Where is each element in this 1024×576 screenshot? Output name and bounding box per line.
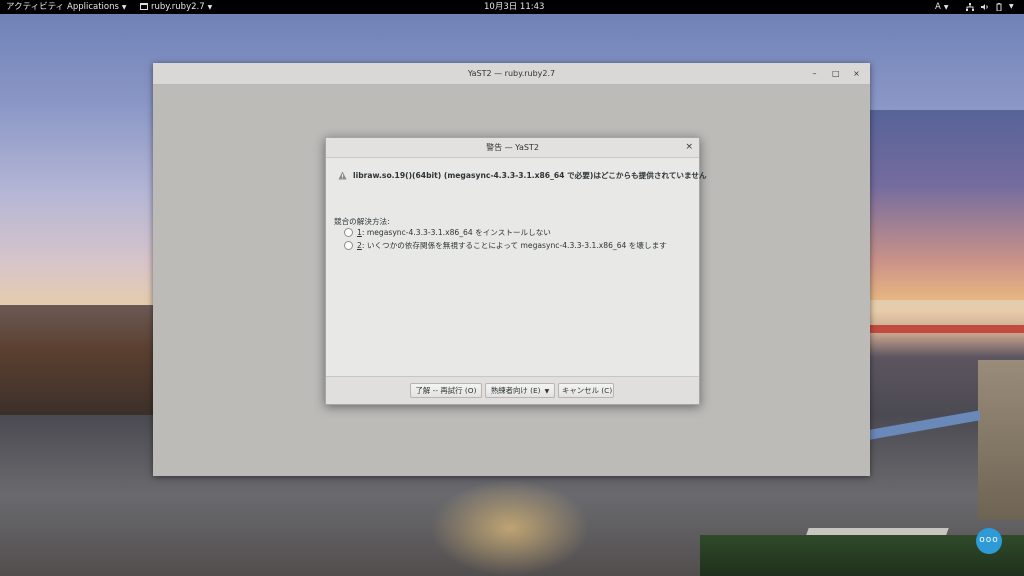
app-window-icon — [140, 3, 148, 10]
wallpaper-water — [430, 480, 590, 576]
maximize-icon[interactable]: □ — [832, 70, 840, 78]
chevron-down-icon: ▼ — [207, 4, 213, 11]
more-options-button[interactable]: ooo — [976, 528, 1002, 554]
warning-text: libraw.so.19()(64bit) (megasync-4.3.3-3.… — [353, 171, 707, 180]
dialog-title: 警告 — YaST2 — [486, 143, 539, 152]
warning-message: libraw.so.19()(64bit) (megasync-4.3.3-3.… — [338, 170, 707, 181]
main-window-title: YaST2 — ruby.ruby2.7 — [467, 69, 556, 78]
warning-icon — [338, 171, 347, 180]
chevron-down-icon: ▼ — [943, 4, 949, 11]
input-method-indicator[interactable]: A ▼ — [935, 0, 948, 15]
app-menu-label: ruby.ruby2.7 — [151, 2, 205, 12]
resolution-label: 競合の解決方法: — [334, 217, 390, 226]
applications-label: Applications — [67, 2, 119, 12]
chevron-down-icon: ▼ — [121, 4, 127, 11]
resolution-option-2[interactable]: 2: いくつかの依存関係を無視することによって megasync-4.3.3-3… — [344, 240, 667, 251]
main-window-titlebar[interactable]: YaST2 — ruby.ruby2.7 – □ × — [153, 63, 870, 85]
radio-button[interactable] — [344, 228, 353, 237]
radio-button[interactable] — [344, 241, 353, 250]
expert-menu-button[interactable]: 熟練者向け (E) ▼ — [485, 383, 555, 398]
volume-icon[interactable] — [981, 3, 989, 11]
resolution-option-1[interactable]: 1: megasync-4.3.3-3.1.x86_64 をインストールしない — [344, 227, 551, 238]
input-method-label: A — [935, 2, 941, 12]
wallpaper-clouds — [864, 110, 1024, 300]
battery-icon[interactable] — [995, 3, 1003, 11]
app-menu[interactable]: ruby.ruby2.7 ▼ — [140, 0, 212, 15]
dialog-button-bar: 了解 -- 再試行 (O) 熟練者向け (E) ▼ キャンセル (C) — [326, 376, 699, 404]
activities-button[interactable]: アクティビティ — [6, 0, 64, 14]
clock[interactable]: 10月3日 11:43 — [484, 0, 544, 14]
cancel-button[interactable]: キャンセル (C) — [558, 383, 614, 398]
wallpaper-bridge-walkway — [870, 410, 980, 440]
option-text: : megasync-4.3.3-3.1.x86_64 をインストールしない — [361, 228, 551, 237]
ok-retry-button[interactable]: 了解 -- 再試行 (O) — [410, 383, 482, 398]
system-menu-chevron-down-icon[interactable]: ▼ — [1009, 0, 1014, 14]
minimize-icon[interactable]: – — [811, 70, 818, 78]
chevron-down-icon: ▼ — [544, 388, 550, 395]
wallpaper-tower — [978, 360, 1024, 520]
wallpaper-city — [0, 305, 155, 415]
option-text: : いくつかの依存関係を無視することによって megasync-4.3.3-3.… — [361, 241, 667, 250]
expert-button-label: 熟練者向け (E) — [490, 386, 541, 395]
wallpaper-bridge — [870, 325, 1024, 333]
dialog-titlebar[interactable]: 警告 — YaST2 × — [326, 138, 699, 158]
dialog-content: libraw.so.19()(64bit) (megasync-4.3.3-3.… — [326, 158, 707, 376]
network-icon[interactable] — [966, 3, 974, 11]
applications-menu[interactable]: Applications ▼ — [67, 0, 127, 15]
top-bar: アクティビティ Applications ▼ ruby.ruby2.7 ▼ 10月3… — [0, 0, 1024, 14]
close-icon[interactable]: × — [853, 70, 860, 78]
warning-dialog: 警告 — YaST2 × libraw.so.19()(64bit) (mega… — [325, 137, 707, 405]
close-icon[interactable]: × — [685, 138, 693, 157]
